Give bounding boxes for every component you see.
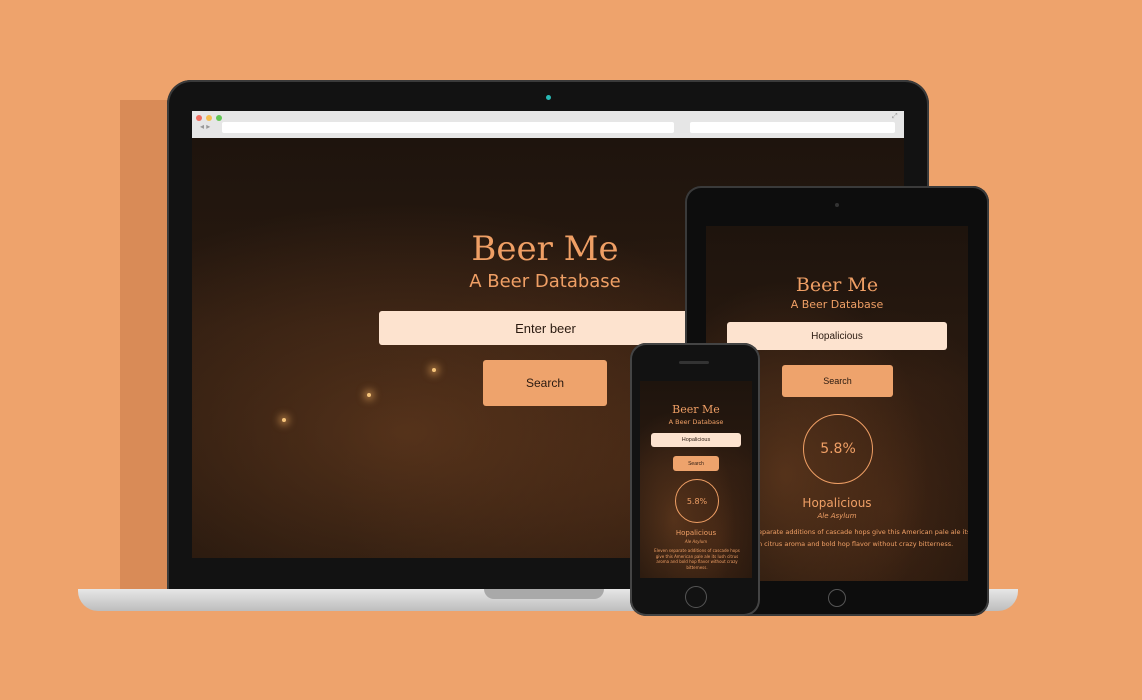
laptop-camera [546,95,551,100]
phone-home-button[interactable] [685,586,707,608]
maximize-window-dot[interactable] [216,115,222,121]
phone-screen: Beer Me A Beer Database Hopalicious Sear… [640,381,752,578]
phone-search-button[interactable]: Search [673,456,719,471]
tablet-app-subtitle: A Beer Database [790,298,884,311]
tablet-home-button[interactable] [828,589,846,607]
tablet-app-title: Beer Me [795,274,879,296]
tablet-description-line-1: eparate additions of cascade hops give t… [758,528,968,536]
browser-chrome: ◂ ▸ ⤢ [192,111,904,138]
phone-brewery: Ale Asylum [684,539,708,544]
light-icon [432,368,436,372]
beer-search-input[interactable]: Enter beer [379,311,712,345]
tablet-camera [835,203,839,207]
light-icon [282,418,286,422]
laptop-notch [484,589,604,599]
tablet-abv-ring: 5.8% [803,414,873,484]
phone-app-subtitle: A Beer Database [668,418,724,426]
phone-abv-ring: 5.8% [675,479,719,523]
browser-search-bar[interactable] [690,122,895,133]
phone-speaker [679,361,709,364]
fullscreen-icon[interactable]: ⤢ [892,113,898,121]
light-icon [367,393,371,397]
tablet-description-line-2: n citrus aroma and bold hop flavor witho… [758,540,954,548]
tablet-search-button[interactable]: Search [782,365,893,397]
phone-app-title: Beer Me [672,403,720,416]
back-forward-icon[interactable]: ◂ ▸ [200,122,210,131]
phone-beer-search-input[interactable]: Hopalicious [651,433,741,447]
search-button[interactable]: Search [483,360,607,406]
close-window-dot[interactable] [196,115,202,121]
minimize-window-dot[interactable] [206,115,212,121]
url-bar[interactable] [222,122,674,133]
tablet-beer-search-input[interactable]: Hopalicious [727,322,947,350]
phone-beer-name: Hopalicious [675,529,717,537]
phone-description: Eleven separate additions of cascade hop… [654,548,740,570]
